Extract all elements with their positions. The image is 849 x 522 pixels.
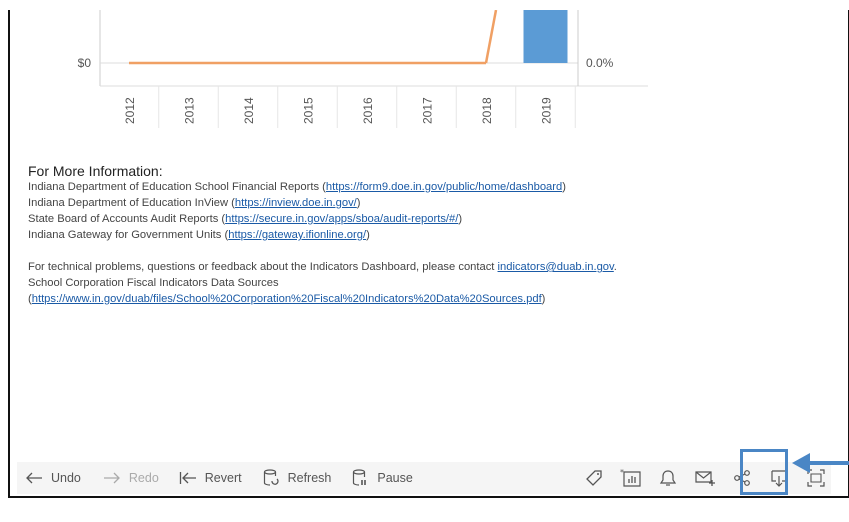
link-data-sources-pdf[interactable]: https://www.in.gov/duab/files/School%20C… xyxy=(32,293,542,305)
sources-title: School Corporation Fiscal Indicators Dat… xyxy=(28,277,279,289)
link-gateway[interactable]: https://gateway.ifionline.org/ xyxy=(228,229,366,241)
pause-icon xyxy=(349,467,371,489)
info-line: State Board of Accounts Audit Reports (h… xyxy=(28,213,463,225)
link-financial-reports[interactable]: https://form9.doe.in.gov/public/home/das… xyxy=(326,181,562,193)
x-tick-label: 2013 xyxy=(183,97,197,124)
dashboard-frame: $0 0.0% 2012 2013 2014 2015 2016 2017 2018 2019 F… xyxy=(8,10,849,498)
x-tick-label: 2015 xyxy=(302,97,316,124)
undo-arrow-icon xyxy=(23,467,45,489)
info-line: Indiana Department of Education InView (… xyxy=(28,197,361,209)
y-tick-label: $0 xyxy=(78,56,92,70)
y-right-tick-label: 0.0% xyxy=(586,56,614,70)
view-data-icon[interactable]: * xyxy=(616,462,646,494)
line-series-rise xyxy=(484,10,498,64)
info-line: Indiana Gateway for Government Units (ht… xyxy=(28,229,370,241)
bar-2019 xyxy=(523,10,568,63)
tech-contact-line: For technical problems, questions or fee… xyxy=(28,261,617,273)
redo-button[interactable]: Redo xyxy=(101,462,159,494)
alert-icon[interactable] xyxy=(653,462,683,494)
x-tick-label: 2017 xyxy=(421,97,435,124)
subscribe-icon[interactable] xyxy=(690,462,720,494)
x-tick-label: 2019 xyxy=(540,97,554,124)
link-audit-reports[interactable]: https://secure.in.gov/apps/sboa/audit-re… xyxy=(225,213,458,225)
info-heading: For More Information: xyxy=(28,163,163,179)
x-tick-label: 2018 xyxy=(480,97,494,124)
redo-arrow-icon xyxy=(101,467,123,489)
link-email[interactable]: indicators@duab.in.gov xyxy=(498,261,614,273)
info-section: For More Information: Indiana Department… xyxy=(28,163,617,307)
download-highlight-box xyxy=(740,449,788,495)
toolbar: Undo Redo Revert Refresh Pause * xyxy=(17,462,831,494)
pause-button[interactable]: Pause xyxy=(349,462,413,494)
link-inview[interactable]: https://inview.doe.in.gov/ xyxy=(235,197,357,209)
x-tick-label: 2016 xyxy=(361,97,375,124)
info-line: Indiana Department of Education School F… xyxy=(28,181,566,193)
revert-button[interactable]: Revert xyxy=(177,462,242,494)
svg-text:*: * xyxy=(620,468,624,477)
undo-button[interactable]: Undo xyxy=(23,462,81,494)
sources-line: (https://www.in.gov/duab/files/School%20… xyxy=(28,293,546,305)
pointer-arrow-icon xyxy=(792,453,849,473)
refresh-button[interactable]: Refresh xyxy=(260,462,331,494)
tag-icon[interactable] xyxy=(579,462,609,494)
chart: $0 0.0% 2012 2013 2014 2015 2016 2017 2018 2019 xyxy=(18,10,658,160)
refresh-icon xyxy=(260,467,282,489)
x-tick-label: 2014 xyxy=(242,97,256,124)
x-tick-label: 2012 xyxy=(123,97,137,124)
revert-icon xyxy=(177,467,199,489)
chart-svg: $0 0.0% 2012 2013 2014 2015 2016 2017 2018 2019 xyxy=(78,10,648,128)
